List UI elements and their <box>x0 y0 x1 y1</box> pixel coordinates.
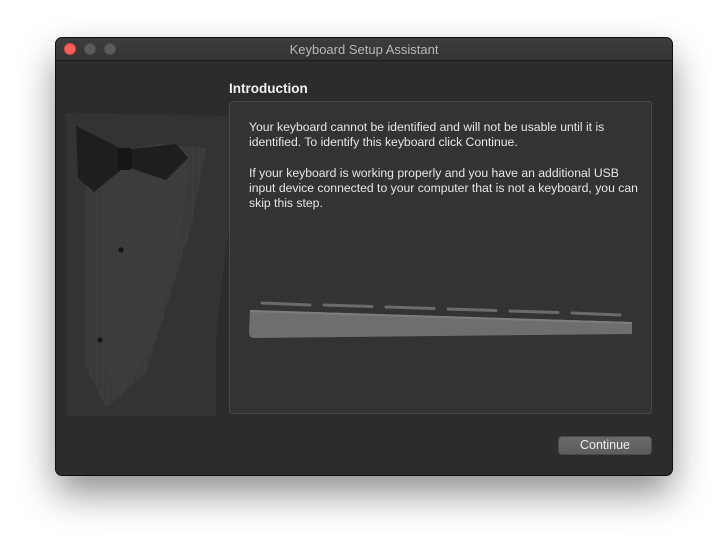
tuxedo-illustration-icon <box>66 113 251 416</box>
section-heading: Introduction <box>229 81 308 96</box>
title-bar[interactable]: Keyboard Setup Assistant <box>56 38 672 61</box>
keyboard-setup-window: Keyboard Setup Assistant Introduction Yo… <box>56 38 672 475</box>
continue-button[interactable]: Continue <box>558 436 652 455</box>
content-panel: Your keyboard cannot be identified and w… <box>229 101 652 414</box>
skip-step-text: If your keyboard is working properly and… <box>249 166 638 210</box>
window-title: Keyboard Setup Assistant <box>289 42 439 57</box>
keyboard-illustration-icon <box>249 301 632 338</box>
intro-text: Your keyboard cannot be identified and w… <box>249 120 605 149</box>
